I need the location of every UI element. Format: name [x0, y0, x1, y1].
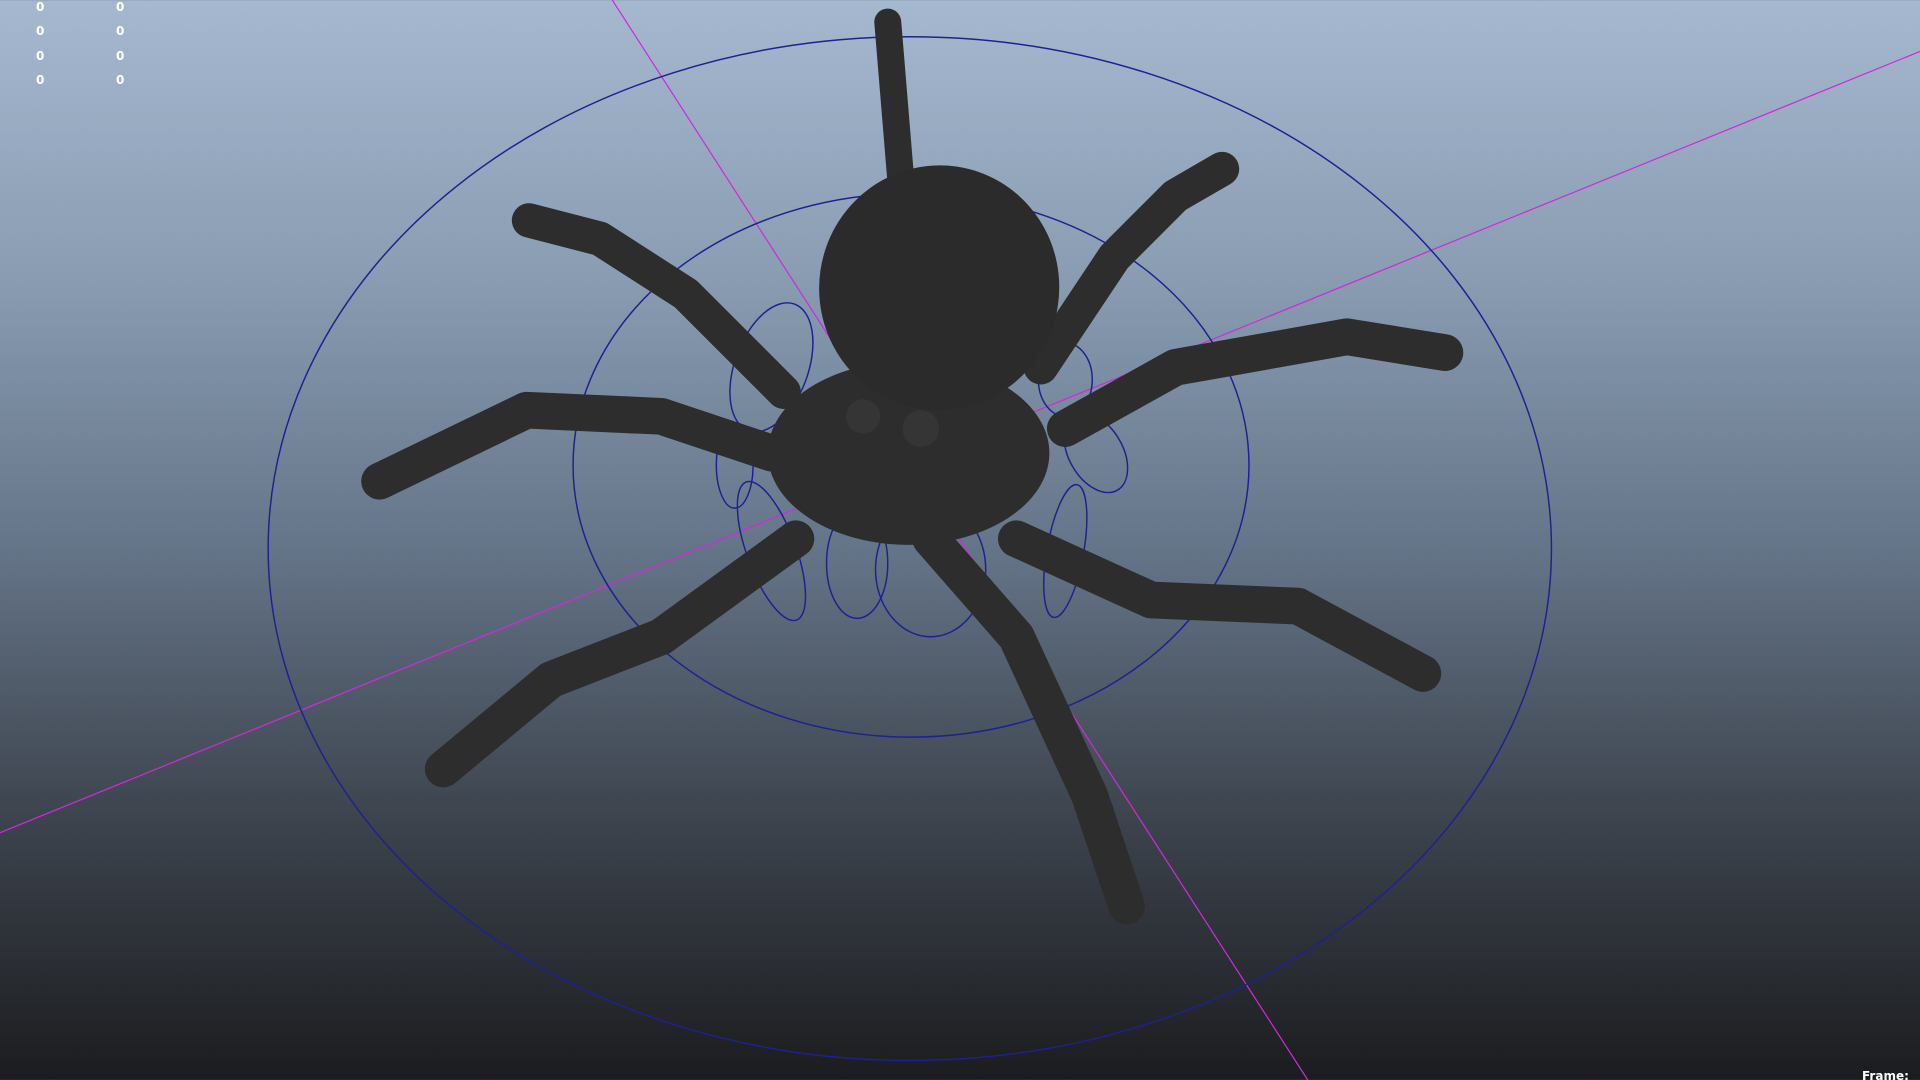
hud-value: 0 [36, 49, 45, 63]
hud-value: 0 [36, 73, 45, 87]
grid-axes [0, 0, 1920, 1080]
octopus-mesh[interactable] [361, 8, 1464, 925]
hud-value: 0 [116, 24, 125, 38]
hud-value: 0 [36, 0, 45, 14]
3d-viewport[interactable] [0, 0, 1920, 1080]
hud-value: 0 [116, 0, 125, 14]
hud-value: 0 [36, 24, 45, 38]
hud-value: 0 [116, 49, 125, 63]
frame-label: Frame: [1862, 1069, 1909, 1080]
hud-value: 0 [116, 73, 125, 87]
